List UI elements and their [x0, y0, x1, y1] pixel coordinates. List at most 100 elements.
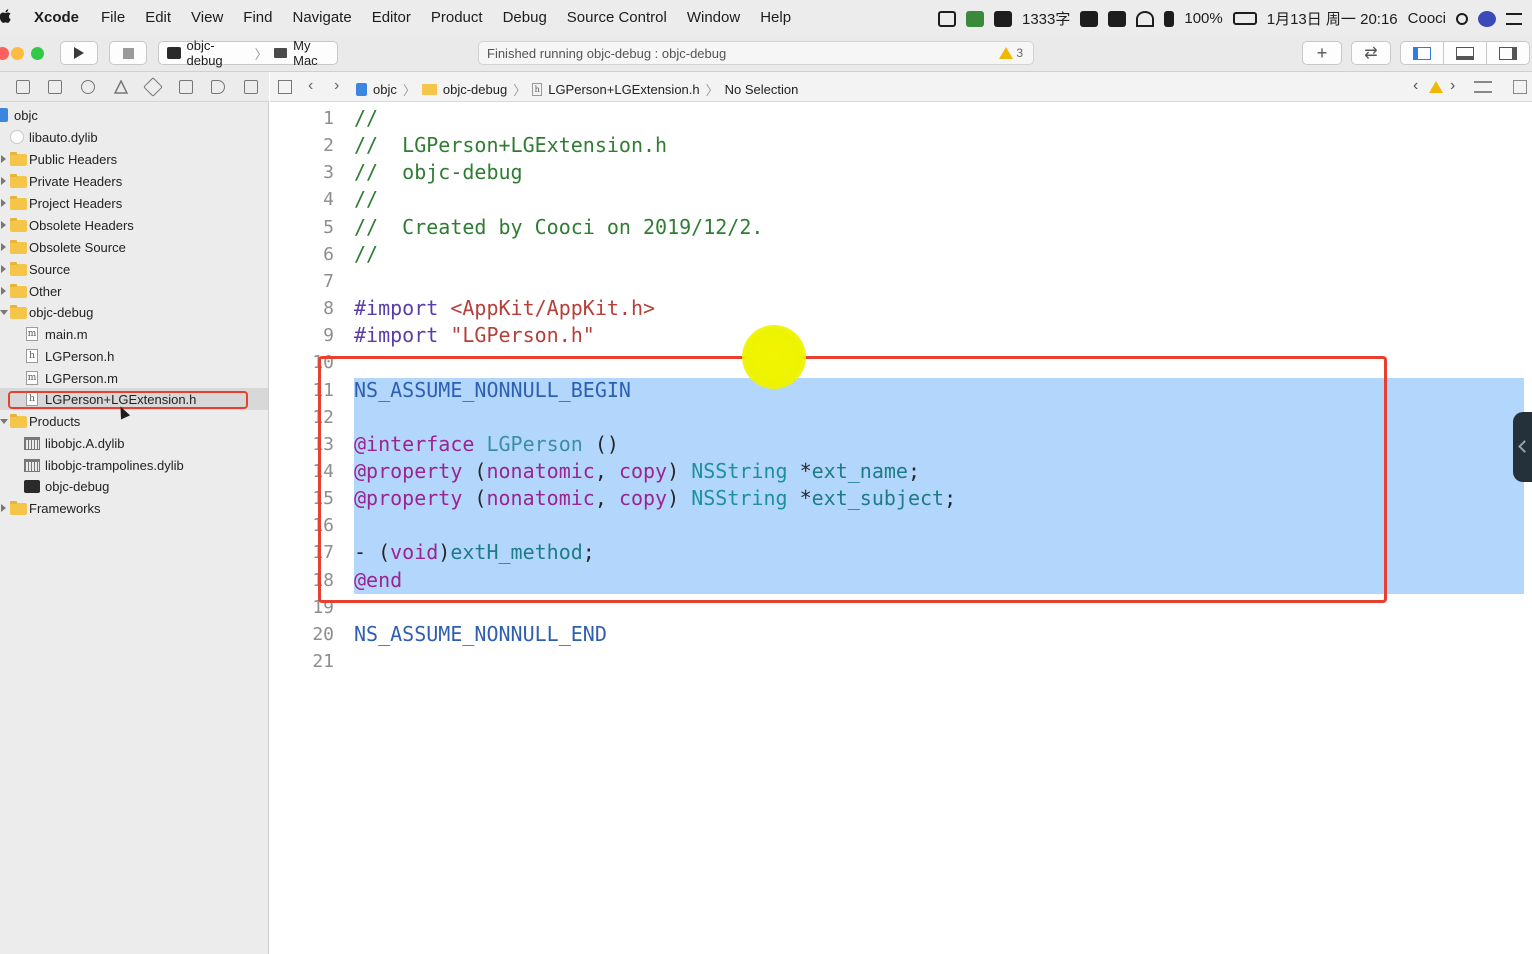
- nav-folder-obsolete-headers[interactable]: Obsolete Headers: [0, 214, 268, 236]
- menu-debug[interactable]: Debug: [503, 9, 547, 26]
- nav-file-main-m[interactable]: m main.m: [0, 323, 268, 345]
- disclosure-triangle-icon[interactable]: [1, 504, 6, 512]
- code-line[interactable]: 6 //: [270, 241, 1525, 268]
- toggle-inspector-button[interactable]: [1486, 41, 1530, 65]
- minimize-window-button[interactable]: [11, 47, 24, 60]
- code-line[interactable]: 5 // Created by Cooci on 2019/12/2.: [270, 214, 1525, 241]
- nav-folder-source[interactable]: Source: [0, 258, 268, 280]
- volume-icon[interactable]: [1164, 10, 1175, 27]
- breadcrumb-file[interactable]: LGPerson+LGExtension.h: [548, 82, 699, 97]
- menu-app-name[interactable]: Xcode: [34, 9, 79, 26]
- warning-indicator[interactable]: 3: [999, 46, 1023, 60]
- code-line[interactable]: 4 //: [270, 186, 1525, 213]
- nav-folder-frameworks[interactable]: Frameworks: [0, 497, 268, 519]
- disclosure-triangle-icon[interactable]: [1, 155, 6, 163]
- stop-button[interactable]: [109, 41, 147, 65]
- toggle-debug-area-button[interactable]: [1443, 41, 1487, 65]
- screenshot-icon[interactable]: [937, 10, 956, 27]
- battery-icon[interactable]: [1232, 12, 1257, 25]
- menu-navigate[interactable]: Navigate: [292, 9, 351, 26]
- code-line[interactable]: 7: [270, 268, 1525, 295]
- project-navigator-icon[interactable]: [16, 80, 30, 94]
- nav-folder-public-headers[interactable]: Public Headers: [0, 148, 268, 170]
- menu-product[interactable]: Product: [431, 9, 483, 26]
- symbol-search-icon[interactable]: [81, 80, 95, 94]
- nav-folder-project-headers[interactable]: Project Headers: [0, 192, 268, 214]
- breadcrumb-project[interactable]: objc: [373, 82, 397, 97]
- run-button[interactable]: [60, 41, 98, 65]
- code-line[interactable]: 9 #import "LGPerson.h": [270, 322, 1525, 349]
- wifi-icon[interactable]: [1136, 10, 1155, 27]
- issue-warning-icon[interactable]: [1429, 81, 1443, 93]
- disclosure-triangle-icon[interactable]: [1, 243, 6, 251]
- menu-window[interactable]: Window: [687, 9, 740, 26]
- grid-icon[interactable]: [1108, 10, 1127, 27]
- breakpoint-navigator-icon[interactable]: [211, 80, 225, 94]
- forward-arrow-icon[interactable]: ›: [334, 77, 339, 95]
- scheme-selector[interactable]: objc-debug 〉 My Mac: [158, 38, 338, 68]
- word-counter[interactable]: 1333字: [1022, 8, 1070, 29]
- side-drawer-handle[interactable]: [1513, 412, 1532, 482]
- source-control-navigator-icon[interactable]: [48, 80, 62, 94]
- nav-folder-objc-debug[interactable]: objc-debug: [0, 301, 268, 323]
- breadcrumb-group[interactable]: objc-debug: [443, 82, 507, 97]
- disclosure-triangle-icon[interactable]: [1, 265, 6, 273]
- test-navigator-icon[interactable]: [143, 77, 163, 97]
- editor-options-icon[interactable]: [1474, 81, 1492, 93]
- code-line[interactable]: 3 // objc-debug: [270, 159, 1525, 186]
- zoom-window-button[interactable]: [31, 47, 44, 60]
- issue-navigator-icon[interactable]: [113, 79, 129, 94]
- menu-view[interactable]: View: [191, 9, 223, 26]
- spotlight-icon[interactable]: [1456, 12, 1468, 25]
- add-editor-icon[interactable]: [1513, 80, 1527, 94]
- disclosure-triangle-icon[interactable]: [1, 221, 6, 229]
- code-review-button[interactable]: ⇄: [1351, 41, 1391, 65]
- keyboard-icon[interactable]: [1080, 10, 1099, 27]
- nav-file-lgperson-m[interactable]: m LGPerson.m: [0, 367, 268, 389]
- nav-product-objc-debug[interactable]: objc-debug: [0, 475, 268, 497]
- nav-item-libauto[interactable]: libauto.dylib: [0, 126, 268, 148]
- back-arrow-icon[interactable]: ‹: [308, 77, 313, 95]
- breadcrumb-symbol[interactable]: No Selection: [725, 82, 799, 97]
- disclosure-triangle-icon[interactable]: [0, 419, 8, 424]
- notification-center-icon[interactable]: [1506, 12, 1522, 25]
- nav-file-lgperson-h[interactable]: h LGPerson.h: [0, 345, 268, 367]
- menu-help[interactable]: Help: [760, 9, 791, 26]
- apple-logo-icon[interactable]: [0, 8, 12, 24]
- text-input-icon[interactable]: [993, 10, 1012, 27]
- library-button[interactable]: +: [1302, 41, 1342, 65]
- nav-folder-products[interactable]: Products: [0, 410, 268, 432]
- nav-product-libobjc-a[interactable]: libobjc.A.dylib: [0, 432, 268, 454]
- menu-editor[interactable]: Editor: [372, 9, 411, 26]
- menu-source-control[interactable]: Source Control: [567, 9, 667, 26]
- related-items-icon[interactable]: [278, 80, 292, 94]
- nav-folder-private-headers[interactable]: Private Headers: [0, 170, 268, 192]
- code-line[interactable]: 8 #import <AppKit/AppKit.h>: [270, 295, 1525, 322]
- debug-navigator-icon[interactable]: [179, 80, 193, 94]
- menu-find[interactable]: Find: [243, 9, 272, 26]
- nav-product-libobjc-trampolines[interactable]: libobjc-trampolines.dylib: [0, 454, 268, 476]
- siri-icon[interactable]: [1478, 10, 1496, 27]
- code-line[interactable]: 20 NS_ASSUME_NONNULL_END: [270, 621, 1525, 648]
- disclosure-triangle-icon[interactable]: [1, 199, 6, 207]
- user-name[interactable]: Cooci: [1408, 10, 1446, 27]
- nav-item-objc-project[interactable]: objc: [0, 104, 268, 126]
- previous-issue-icon[interactable]: ‹: [1413, 77, 1418, 95]
- tool-icon[interactable]: [965, 10, 984, 27]
- battery-percent[interactable]: 100%: [1184, 10, 1222, 27]
- menu-file[interactable]: File: [101, 9, 125, 26]
- close-window-button[interactable]: [0, 47, 9, 60]
- menu-edit[interactable]: Edit: [145, 9, 171, 26]
- code-line[interactable]: 2 // LGPerson+LGExtension.h: [270, 132, 1525, 159]
- clock[interactable]: 1月13日 周一 20:16: [1267, 8, 1398, 29]
- code-line[interactable]: 1 //: [270, 105, 1525, 132]
- disclosure-triangle-icon[interactable]: [1, 177, 6, 185]
- report-navigator-icon[interactable]: [244, 80, 258, 94]
- disclosure-triangle-icon[interactable]: [0, 310, 8, 315]
- nav-folder-obsolete-source[interactable]: Obsolete Source: [0, 236, 268, 258]
- nav-folder-other[interactable]: Other: [0, 280, 268, 302]
- disclosure-triangle-icon[interactable]: [1, 287, 6, 295]
- toggle-navigator-button[interactable]: [1400, 41, 1444, 65]
- code-line[interactable]: 21: [270, 648, 1525, 675]
- next-issue-icon[interactable]: ›: [1450, 77, 1455, 95]
